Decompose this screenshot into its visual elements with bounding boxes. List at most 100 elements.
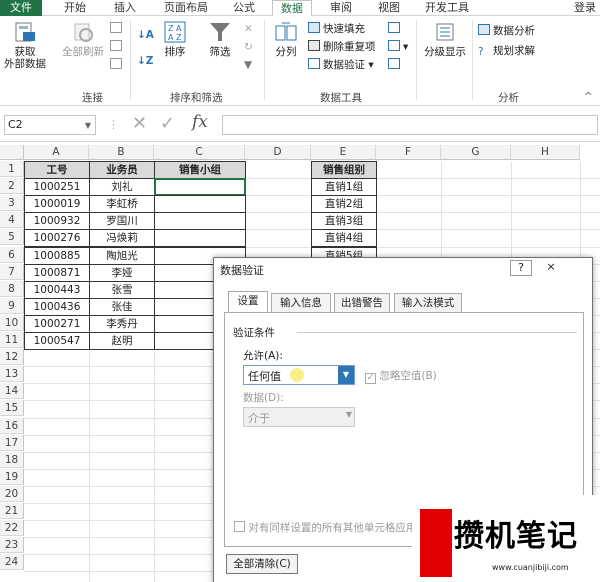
tab-file[interactable]: 文件 [0, 0, 42, 16]
id-cell[interactable]: 1000932 [24, 212, 90, 231]
row-header[interactable]: 8 [0, 280, 24, 297]
column-header[interactable]: G [441, 145, 511, 160]
id-cell[interactable]: 1000276 [24, 229, 90, 248]
row-header[interactable]: 10 [0, 314, 24, 331]
column-header[interactable]: B [89, 145, 154, 160]
row-header[interactable]: 23 [0, 537, 24, 554]
remove-duplicates-button[interactable]: 删除重复项 [308, 40, 376, 55]
tab-input-message[interactable]: 输入信息 [271, 293, 331, 312]
row-header[interactable]: 13 [0, 366, 24, 383]
row-header[interactable]: 21 [0, 503, 24, 519]
id-cell[interactable]: 1000271 [24, 314, 90, 333]
id-cell[interactable]: 1000443 [24, 280, 90, 299]
relationships-icon[interactable] [388, 58, 403, 73]
connections-icon[interactable] [110, 22, 125, 37]
tab-settings[interactable]: 设置 [228, 291, 268, 313]
edit-links-icon[interactable] [110, 58, 125, 73]
refresh-all-button[interactable]: 全部刷新 [58, 20, 108, 58]
close-icon[interactable]: × [540, 260, 562, 276]
row-header[interactable]: 19 [0, 468, 24, 485]
tab-insert[interactable]: 插入 [106, 0, 144, 16]
row-header[interactable]: 18 [0, 451, 24, 468]
advanced-filter-icon[interactable]: ▼ [244, 58, 252, 73]
sort-asc-icon[interactable]: ↓A [137, 28, 154, 43]
chevron-down-icon[interactable]: ▼ [85, 117, 91, 135]
group-option-cell[interactable]: 直销2组 [311, 195, 377, 214]
header-cell[interactable]: 业务员 [89, 161, 155, 180]
group-cell[interactable] [154, 229, 246, 248]
row-header[interactable]: 3 [0, 195, 24, 212]
outline-button[interactable]: 分级显示 [420, 20, 470, 58]
chevron-down-icon[interactable]: ▼ [346, 410, 352, 419]
group-option-cell[interactable]: 直销4组 [311, 229, 377, 248]
select-all-corner[interactable] [0, 145, 24, 160]
id-cell[interactable]: 1000547 [24, 332, 90, 351]
row-header[interactable]: 20 [0, 485, 24, 502]
name-cell[interactable]: 赵明 [89, 332, 155, 351]
group-option-cell[interactable]: 直销1组 [311, 178, 377, 197]
clear-filter-icon[interactable]: ✕ [244, 22, 253, 37]
id-cell[interactable]: 1000885 [24, 246, 90, 265]
name-cell[interactable]: 陶旭光 [89, 246, 155, 265]
text-to-columns-button[interactable]: 分列 [268, 20, 304, 58]
name-cell[interactable]: 张雪 [89, 280, 155, 299]
what-if-icon[interactable]: ▾ [388, 40, 408, 55]
collapse-ribbon-icon[interactable]: ^ [584, 90, 593, 105]
row-header[interactable]: 22 [0, 520, 24, 537]
enter-icon[interactable]: ✓ [160, 113, 175, 134]
tab-formulas[interactable]: 公式 [226, 0, 262, 16]
formula-input[interactable] [222, 115, 598, 135]
solver-button[interactable]: ? 规划求解 [478, 44, 535, 59]
name-cell[interactable]: 冯焕莉 [89, 229, 155, 248]
name-box[interactable]: C2 ▼ [4, 115, 96, 135]
row-header[interactable]: 14 [0, 383, 24, 400]
name-cell[interactable]: 李娅 [89, 263, 155, 282]
help-button[interactable]: ? [510, 260, 532, 276]
allow-select[interactable]: 任何值 ▼ [243, 365, 355, 385]
properties-icon[interactable] [110, 40, 125, 55]
cancel-icon[interactable]: ✕ [132, 113, 147, 134]
group-cell[interactable] [154, 212, 246, 231]
row-header[interactable]: 15 [0, 400, 24, 417]
row-header[interactable]: 9 [0, 297, 24, 314]
tab-developer[interactable]: 开发工具 [418, 0, 476, 16]
tab-review[interactable]: 审阅 [322, 0, 360, 16]
id-cell[interactable]: 1000436 [24, 297, 90, 316]
row-header[interactable]: 16 [0, 417, 24, 434]
consolidate-icon[interactable] [388, 22, 403, 37]
id-cell[interactable]: 1000871 [24, 263, 90, 282]
filter-button[interactable]: 筛选 [202, 20, 238, 58]
row-header[interactable]: 17 [0, 434, 24, 451]
name-cell[interactable]: 李秀丹 [89, 314, 155, 333]
header-cell[interactable]: 工号 [24, 161, 90, 180]
sort-desc-icon[interactable]: ↓Z [137, 54, 153, 69]
row-header[interactable]: 11 [0, 332, 24, 348]
reapply-icon[interactable]: ↻ [244, 40, 253, 55]
ignore-blank-checkbox[interactable]: ✓ 忽略空值(B) [365, 368, 437, 384]
row-header[interactable]: 7 [0, 263, 24, 280]
column-header[interactable]: H [511, 145, 580, 160]
name-cell[interactable]: 罗国川 [89, 212, 155, 231]
insert-function-icon[interactable]: fx [192, 112, 208, 132]
group-option-cell[interactable]: 直销3组 [311, 212, 377, 231]
tab-error-alert[interactable]: 出错警告 [334, 293, 390, 312]
group-cell[interactable] [154, 195, 246, 214]
tab-page-layout[interactable]: 页面布局 [156, 0, 216, 16]
data-analysis-button[interactable]: 数据分析 [478, 24, 535, 39]
row-header[interactable]: 5 [0, 229, 24, 246]
name-cell[interactable]: 李虹桥 [89, 195, 155, 214]
clear-all-button[interactable]: 全部清除(C) [226, 554, 298, 574]
column-header[interactable]: E [311, 145, 376, 160]
header-cell[interactable]: 销售组别 [311, 161, 377, 180]
column-header[interactable]: D [245, 145, 311, 160]
column-header[interactable]: F [376, 145, 441, 160]
data-validation-button[interactable]: 数据验证 ▾ [308, 58, 374, 73]
sort-button[interactable]: Z AA Z 排序 [158, 20, 192, 58]
sign-in-link[interactable]: 登录 [570, 0, 600, 16]
data-select[interactable]: 介于 ▼ [243, 407, 355, 427]
tab-ime-mode[interactable]: 输入法模式 [394, 293, 462, 312]
id-cell[interactable]: 1000019 [24, 195, 90, 214]
chevron-down-icon[interactable]: ▼ [338, 366, 354, 384]
row-header[interactable]: 6 [0, 246, 24, 263]
name-cell[interactable]: 刘礼 [89, 178, 155, 197]
